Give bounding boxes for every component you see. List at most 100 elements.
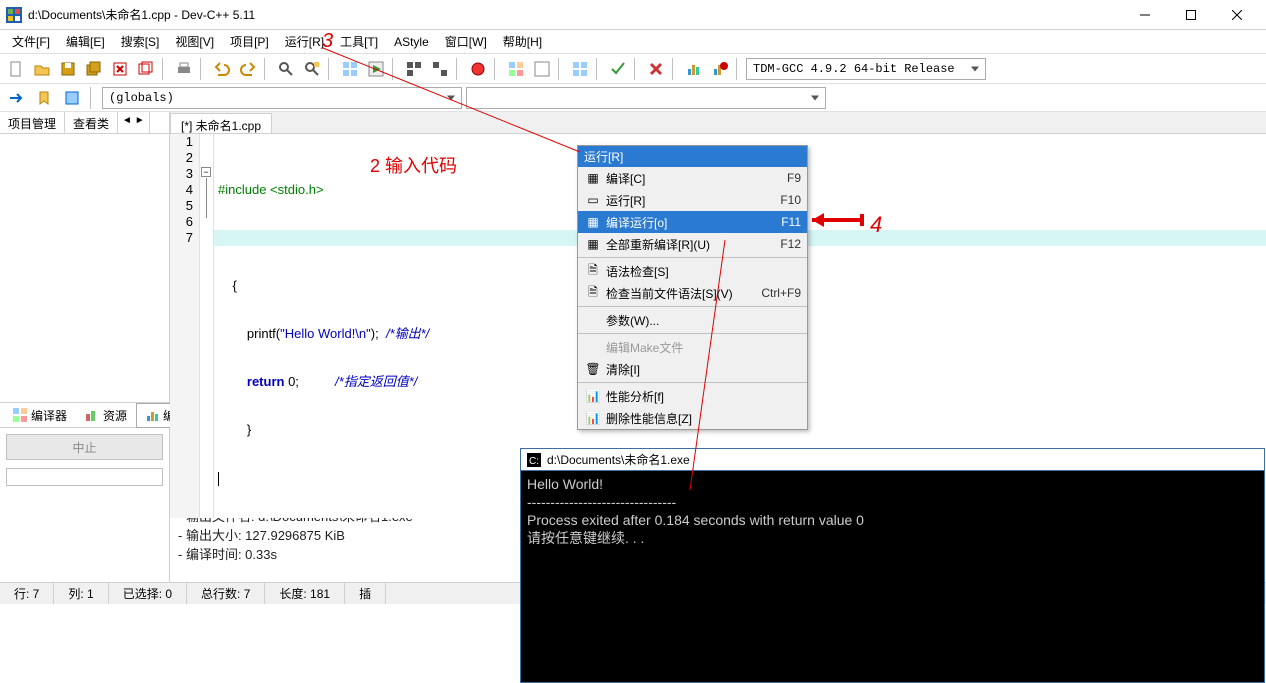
save-icon[interactable] — [56, 57, 80, 81]
grid-icon: ▦ — [584, 237, 602, 251]
profile-del-icon[interactable] — [708, 57, 732, 81]
save-all-icon[interactable] — [82, 57, 106, 81]
tab-compiler[interactable]: 编译器 — [4, 403, 76, 428]
run-menu-header: 运行[R] — [578, 146, 807, 167]
run-icon[interactable] — [364, 57, 388, 81]
status-col: 列: 1 — [54, 583, 108, 604]
menu-view[interactable]: 视图[V] — [167, 30, 222, 53]
progress-bar — [6, 468, 163, 486]
run-icon: ▭ — [584, 193, 602, 207]
resource-icon — [85, 408, 99, 422]
menu-tools[interactable]: 工具[T] — [332, 30, 386, 53]
menu-item-compile-run[interactable]: ▦编译运行[o]F11 — [578, 211, 807, 233]
bookmark2-icon[interactable] — [60, 86, 84, 110]
menu-window[interactable]: 窗口[W] — [437, 30, 495, 53]
grid2-icon[interactable] — [530, 57, 554, 81]
console-icon: C: — [527, 453, 541, 467]
run-menu: 运行[R] ▦编译[C]F9 ▭运行[R]F10 ▦编译运行[o]F11 ▦全部… — [577, 145, 808, 430]
menu-edit[interactable]: 编辑[E] — [58, 30, 113, 53]
log-icon — [145, 408, 159, 422]
profile-icon[interactable] — [682, 57, 706, 81]
menu-item-compile[interactable]: ▦编译[C]F9 — [578, 167, 807, 189]
status-line: 行: 7 — [0, 583, 54, 604]
bookmark-icon[interactable] — [32, 86, 56, 110]
file-tab[interactable]: [*] 未命名1.cpp — [170, 113, 272, 133]
grid3-icon[interactable] — [568, 57, 592, 81]
gridplay-icon: ▦ — [584, 215, 602, 229]
close-all-icon[interactable] — [134, 57, 158, 81]
menu-help[interactable]: 帮助[H] — [495, 30, 550, 53]
console-body[interactable]: Hello World! ---------------------------… — [521, 471, 1264, 551]
grid1-icon[interactable] — [504, 57, 528, 81]
menu-bar: 文件[F] 编辑[E] 搜索[S] 视图[V] 项目[P] 运行[R] 工具[T… — [0, 30, 1266, 54]
rebuild-all-icon[interactable] — [428, 57, 452, 81]
menu-item-syntax-current[interactable]: 🗎检查当前文件语法[S](V)Ctrl+F9 — [578, 282, 807, 304]
x-icon[interactable] — [644, 57, 668, 81]
chart-del-icon: 📊 — [584, 411, 602, 425]
menu-item-profile-del[interactable]: 📊删除性能信息[Z] — [578, 407, 807, 429]
compile-icon[interactable] — [338, 57, 362, 81]
menu-item-profile[interactable]: 📊性能分析[f] — [578, 385, 807, 407]
toolbar-main: TDM-GCC 4.9.2 64-bit Release — [0, 54, 1266, 84]
grid-icon — [13, 408, 27, 422]
chart-icon: 📊 — [584, 389, 602, 403]
replace-icon[interactable] — [300, 57, 324, 81]
line-gutter: 123 456 7 — [170, 134, 200, 518]
check-icon[interactable] — [606, 57, 630, 81]
minimize-button[interactable] — [1122, 0, 1168, 30]
status-total: 总行数: 7 — [187, 583, 265, 604]
menu-file[interactable]: 文件[F] — [4, 30, 58, 53]
status-len: 长度: 181 — [265, 583, 345, 604]
status-sel: 已选择: 0 — [109, 583, 187, 604]
trash-icon: 🗑 — [584, 362, 602, 376]
goto-icon[interactable] — [4, 86, 28, 110]
toolbar-scope: (globals) — [0, 84, 1266, 112]
undo-icon[interactable] — [210, 57, 234, 81]
rebuild-icon[interactable] — [402, 57, 426, 81]
stop-button[interactable]: 中止 — [6, 434, 163, 460]
scope-select[interactable]: (globals) — [102, 87, 462, 109]
tab-resource[interactable]: 资源 — [76, 403, 136, 428]
print-icon[interactable] — [172, 57, 196, 81]
left-tab-scroll[interactable]: ◄ ► — [118, 112, 150, 133]
menu-project[interactable]: 项目[P] — [222, 30, 277, 53]
menu-astyle[interactable]: AStyle — [386, 32, 437, 52]
left-panel: 项目管理 查看类 ◄ ► — [0, 112, 170, 402]
menu-item-params[interactable]: 参数(W)... — [578, 309, 807, 331]
console-title-bar[interactable]: C: d:\Documents\未命名1.exe — [521, 449, 1264, 471]
app-icon — [6, 7, 22, 23]
close-button[interactable] — [1214, 0, 1260, 30]
doc-icon: 🗎 — [584, 283, 602, 304]
menu-item-syntax[interactable]: 🗎语法检查[S] — [578, 260, 807, 282]
menu-item-run[interactable]: ▭运行[R]F10 — [578, 189, 807, 211]
maximize-button[interactable] — [1168, 0, 1214, 30]
find-icon[interactable] — [274, 57, 298, 81]
window-title: d:\Documents\未命名1.cpp - Dev-C++ 5.11 — [28, 6, 1122, 23]
menu-search[interactable]: 搜索[S] — [113, 30, 168, 53]
open-icon[interactable] — [30, 57, 54, 81]
caret — [218, 472, 219, 486]
close-file-icon[interactable] — [108, 57, 132, 81]
left-tab-project[interactable]: 项目管理 — [0, 112, 65, 133]
fold-toggle-icon[interactable]: − — [201, 167, 211, 177]
doc-icon: 🗎 — [584, 261, 602, 282]
fold-column[interactable]: − — [200, 134, 214, 518]
status-ins: 插 — [345, 583, 386, 604]
menu-run[interactable]: 运行[R] — [277, 30, 332, 53]
left-tab-classes[interactable]: 查看类 — [65, 112, 118, 133]
menu-item-rebuild-all[interactable]: ▦全部重新编译[R](U)F12 — [578, 233, 807, 255]
svg-text:C:: C: — [529, 456, 539, 467]
redo-icon[interactable] — [236, 57, 260, 81]
menu-item-clean[interactable]: 🗑清除[I] — [578, 358, 807, 380]
menu-item-make: 编辑Make文件 — [578, 336, 807, 358]
title-bar: d:\Documents\未命名1.cpp - Dev-C++ 5.11 — [0, 0, 1266, 30]
compiler-select[interactable]: TDM-GCC 4.9.2 64-bit Release — [746, 58, 986, 80]
console-window: C: d:\Documents\未命名1.exe Hello World! --… — [520, 448, 1265, 683]
member-select[interactable] — [466, 87, 826, 109]
debug-icon[interactable] — [466, 57, 490, 81]
new-file-icon[interactable] — [4, 57, 28, 81]
console-title: d:\Documents\未命名1.exe — [547, 451, 690, 468]
code-text: #include — [218, 182, 270, 197]
grid-icon: ▦ — [584, 171, 602, 185]
bottom-left: 中止 — [0, 428, 170, 582]
